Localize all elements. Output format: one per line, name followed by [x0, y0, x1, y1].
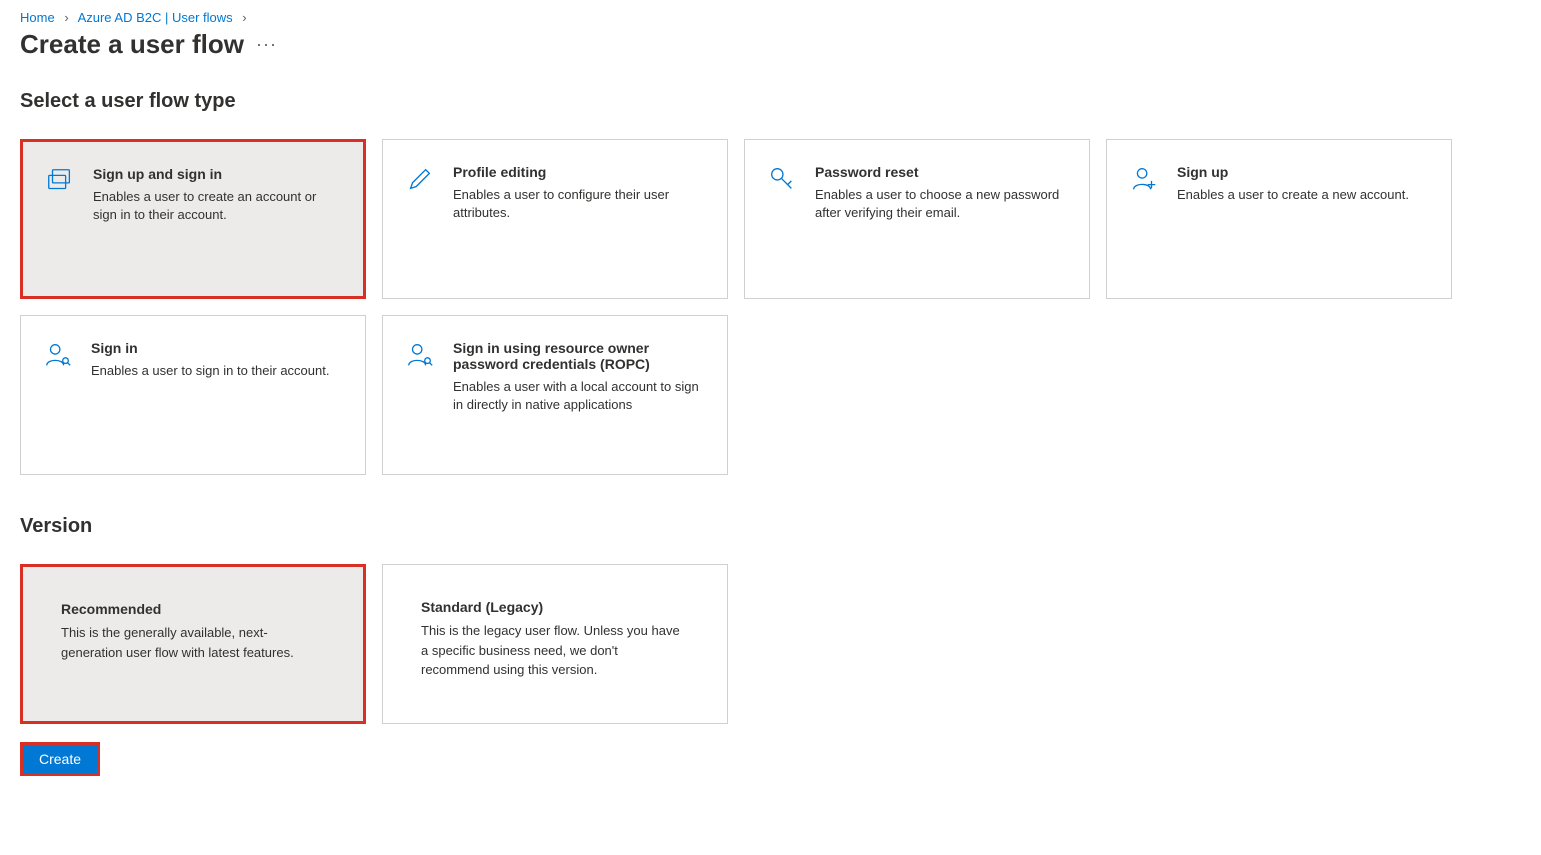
card-desc: Enables a user to sign in to their accou… [91, 362, 343, 380]
chevron-right-icon: › [64, 10, 68, 25]
card-desc: Enables a user to create an account or s… [93, 188, 341, 224]
chevron-right-icon: › [242, 10, 246, 25]
version-grid: Recommended This is the generally availa… [20, 564, 1521, 724]
flow-card-ropc[interactable]: Sign in using resource owner password cr… [382, 315, 728, 475]
card-title: Profile editing [453, 164, 705, 180]
page-title: Create a user flow [20, 29, 244, 60]
flow-card-sign-up[interactable]: Sign up Enables a user to create a new a… [1106, 139, 1452, 299]
card-title: Standard (Legacy) [421, 599, 689, 615]
flow-card-profile-editing[interactable]: Profile editing Enables a user to config… [382, 139, 728, 299]
edit-icon [405, 164, 435, 274]
card-title: Sign up [1177, 164, 1429, 180]
breadcrumb-home[interactable]: Home [20, 10, 55, 25]
section-flow-type-title: Select a user flow type [20, 90, 1521, 113]
card-title: Sign in [91, 340, 343, 356]
version-card-recommended[interactable]: Recommended This is the generally availa… [20, 564, 366, 724]
card-desc: Enables a user to create a new account. [1177, 186, 1429, 204]
card-title: Recommended [61, 601, 325, 617]
card-title: Password reset [815, 164, 1067, 180]
card-title: Sign in using resource owner password cr… [453, 340, 705, 372]
version-card-standard[interactable]: Standard (Legacy) This is the legacy use… [382, 564, 728, 724]
flow-type-grid: Sign up and sign in Enables a user to cr… [20, 139, 1521, 475]
breadcrumb: Home › Azure AD B2C | User flows › [20, 10, 1521, 25]
breadcrumb-service[interactable]: Azure AD B2C | User flows [78, 10, 233, 25]
create-button[interactable]: Create [20, 742, 100, 776]
card-desc: This is the legacy user flow. Unless you… [421, 621, 689, 680]
section-version-title: Version [20, 515, 1521, 538]
card-desc: Enables a user to configure their user a… [453, 186, 705, 222]
flow-card-sign-in[interactable]: Sign in Enables a user to sign in to the… [20, 315, 366, 475]
card-title: Sign up and sign in [93, 166, 341, 182]
person-key-icon [405, 340, 435, 450]
card-desc: Enables a user to choose a new password … [815, 186, 1067, 222]
card-desc: This is the generally available, next-ge… [61, 623, 325, 662]
key-icon [767, 164, 797, 274]
person-add-icon [1129, 164, 1159, 274]
more-icon[interactable]: ··· [256, 34, 277, 55]
flow-card-signup-signin[interactable]: Sign up and sign in Enables a user to cr… [20, 139, 366, 299]
card-desc: Enables a user with a local account to s… [453, 378, 705, 414]
sign-up-sign-in-icon [45, 166, 75, 272]
flow-card-password-reset[interactable]: Password reset Enables a user to choose … [744, 139, 1090, 299]
person-key-icon [43, 340, 73, 450]
